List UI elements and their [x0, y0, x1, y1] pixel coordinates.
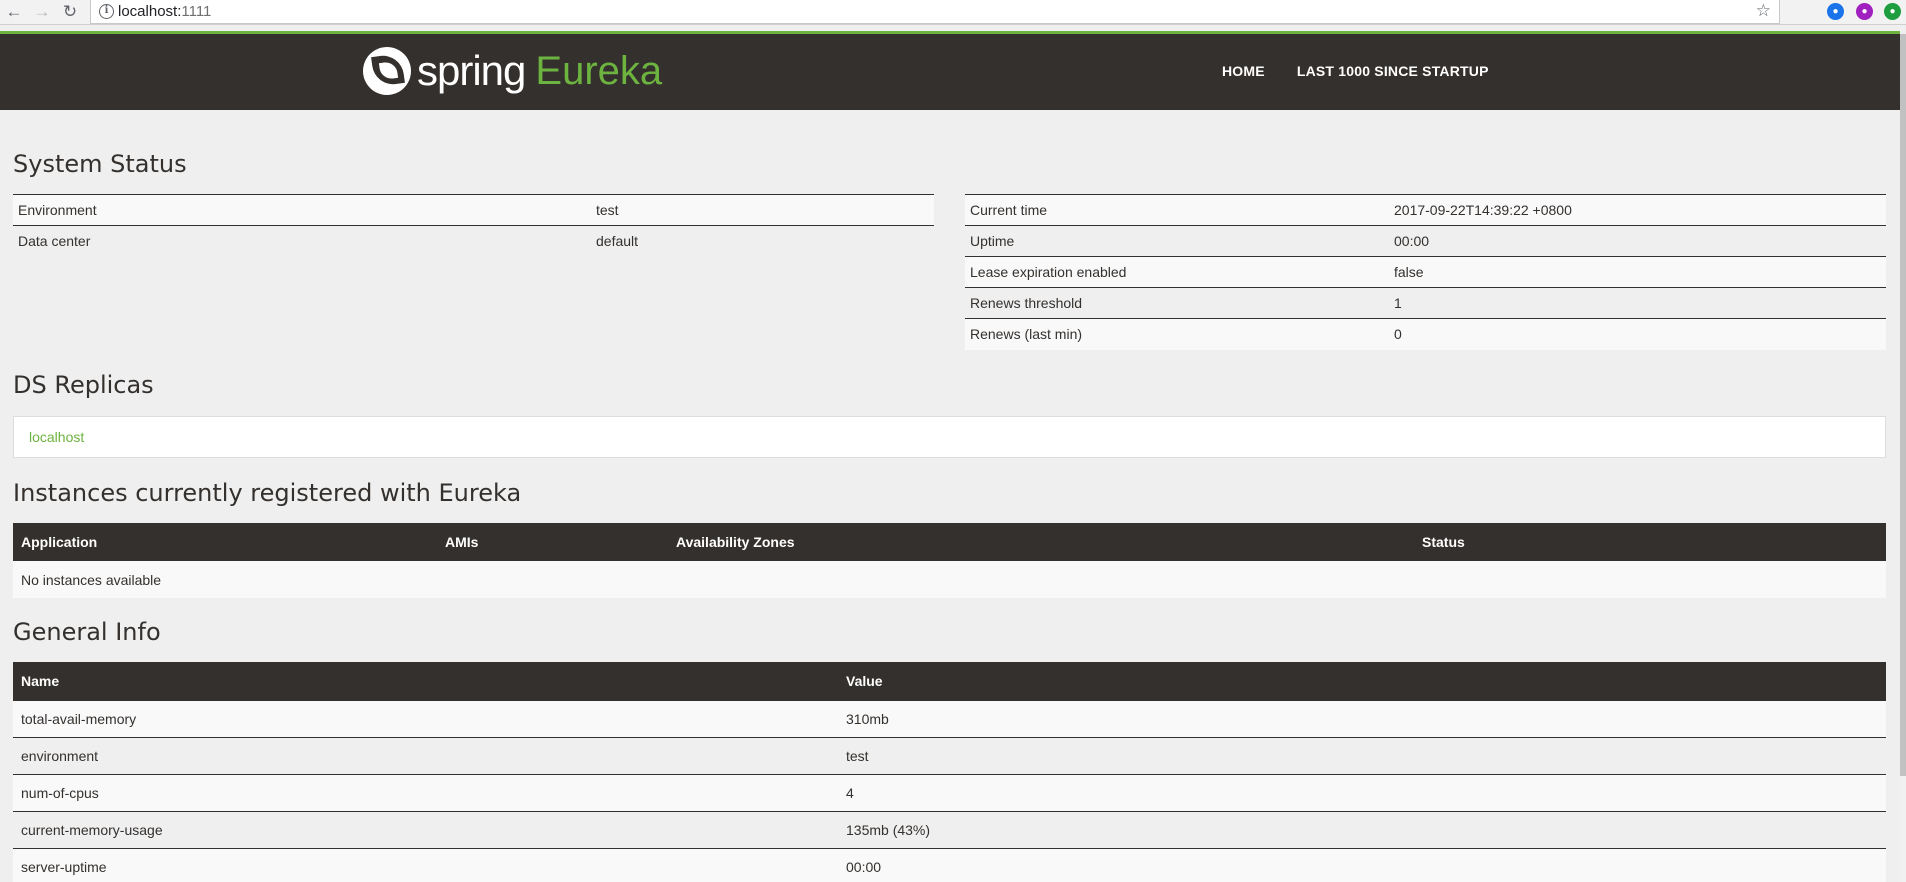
column-header: Availability Zones [668, 523, 1414, 561]
status-key: Current time [965, 194, 1389, 226]
column-header: AMIs [437, 523, 668, 561]
general-info-heading: General Info [13, 618, 161, 646]
table-header-row: Application AMIs Availability Zones Stat… [13, 523, 1886, 561]
status-value: 1 [1389, 287, 1886, 319]
logo-eureka-text: Eureka [535, 48, 663, 93]
column-header: Value [838, 662, 1886, 700]
browser-toolbar: ← → ↻ i localhost:1111 ☆ ● ● ● [0, 0, 1906, 25]
status-key: Data center [13, 225, 591, 257]
status-row: Renews threshold 1 [965, 287, 1886, 319]
address-bar[interactable]: i localhost:1111 ☆ [90, 0, 1780, 24]
info-value: test [838, 736, 1886, 774]
column-header: Status [1414, 523, 1886, 561]
nav-home-link[interactable]: HOME [1222, 63, 1265, 79]
status-row: Renews (last min) 0 [965, 318, 1886, 350]
column-header: Name [13, 662, 838, 700]
table-row: num-of-cpus 4 [13, 773, 1886, 811]
extension-icon[interactable]: ● [1827, 3, 1844, 20]
status-value: 00:00 [1389, 225, 1886, 257]
spring-eureka-logo[interactable]: spring Eureka [363, 46, 662, 96]
instances-heading: Instances currently registered with Eure… [13, 479, 522, 507]
system-status-heading: System Status [13, 150, 187, 178]
navbar: spring Eureka HOME LAST 1000 SINCE START… [0, 34, 1900, 110]
table-row: current-memory-usage 135mb (43%) [13, 810, 1886, 848]
info-value: 00:00 [838, 847, 1886, 882]
bookmark-star-icon[interactable]: ☆ [1756, 1, 1771, 21]
general-info-table: Name Value total-avail-memory 310mb envi… [13, 662, 1886, 882]
status-key: Lease expiration enabled [965, 256, 1389, 288]
status-key: Renews (last min) [965, 318, 1389, 350]
spring-leaf-icon [363, 47, 411, 95]
replica-link[interactable]: localhost [29, 429, 84, 445]
url-text: localhost:1111 [118, 3, 211, 20]
url-port: 1111 [181, 3, 212, 20]
table-row: No instances available [13, 561, 1886, 598]
table-row: total-avail-memory 310mb [13, 699, 1886, 737]
extension-icon[interactable]: ● [1884, 3, 1901, 20]
status-key: Environment [13, 194, 591, 226]
page-scrollbar[interactable] [1900, 34, 1906, 882]
table-row: environment test [13, 736, 1886, 774]
status-row: Lease expiration enabled false [965, 256, 1886, 288]
table-row: server-uptime 00:00 [13, 847, 1886, 882]
status-value: false [1389, 256, 1886, 288]
nav-last-1000-link[interactable]: LAST 1000 SINCE STARTUP [1297, 63, 1489, 79]
status-row: Uptime 00:00 [965, 225, 1886, 257]
info-icon[interactable]: i [99, 4, 114, 19]
info-name: total-avail-memory [13, 699, 838, 737]
info-value: 4 [838, 773, 1886, 811]
info-name: current-memory-usage [13, 810, 838, 848]
status-value: test [591, 194, 934, 226]
status-row: Current time 2017-09-22T14:39:22 +0800 [965, 194, 1886, 226]
system-status-left-table: Environment test Data center default [13, 194, 934, 257]
ds-replicas-list: localhost [13, 416, 1886, 458]
forward-arrow-icon[interactable]: → [32, 2, 52, 22]
instances-table: Application AMIs Availability Zones Stat… [13, 523, 1886, 598]
ds-replicas-heading: DS Replicas [13, 371, 154, 399]
url-host: localhost: [118, 3, 182, 20]
info-name: server-uptime [13, 847, 838, 882]
info-value: 135mb (43%) [838, 810, 1886, 848]
system-status-right-table: Current time 2017-09-22T14:39:22 +0800 U… [965, 194, 1886, 350]
back-arrow-icon[interactable]: ← [4, 2, 24, 22]
column-header: Application [13, 523, 437, 561]
info-name: num-of-cpus [13, 773, 838, 811]
status-value: default [591, 225, 934, 257]
reload-icon[interactable]: ↻ [60, 2, 80, 22]
status-row: Environment test [13, 194, 934, 226]
status-value: 2017-09-22T14:39:22 +0800 [1389, 194, 1886, 226]
status-key: Renews threshold [965, 287, 1389, 319]
scrollbar-thumb[interactable] [1900, 34, 1906, 776]
info-name: environment [13, 736, 838, 774]
status-key: Uptime [965, 225, 1389, 257]
table-header-row: Name Value [13, 662, 1886, 700]
extension-icon[interactable]: ● [1856, 3, 1873, 20]
logo-spring-text: spring [417, 47, 526, 94]
empty-message: No instances available [13, 561, 1886, 598]
status-value: 0 [1389, 318, 1886, 350]
nav-links: HOME LAST 1000 SINCE STARTUP [1222, 63, 1521, 79]
info-value: 310mb [838, 699, 1886, 737]
status-row: Data center default [13, 225, 934, 257]
